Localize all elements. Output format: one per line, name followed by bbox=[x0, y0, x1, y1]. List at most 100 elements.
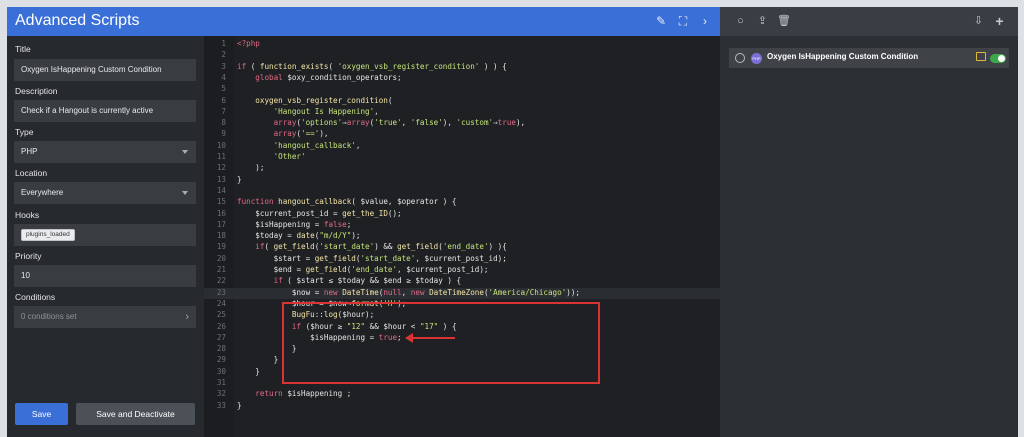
arrow-annotation bbox=[405, 333, 455, 343]
scripts-list-panel: ○ ⇪ 🗑 ⇩ + PHP Oxygen IsHappening Custom … bbox=[720, 7, 1018, 437]
code-text: } bbox=[237, 366, 260, 376]
script-list-item[interactable]: PHP Oxygen IsHappening Custom Condition bbox=[729, 48, 1009, 68]
code-line[interactable]: 17 $isHappening = false; bbox=[204, 220, 720, 231]
line-number: 7 bbox=[221, 106, 226, 116]
code-line[interactable]: 11 'Other' bbox=[204, 152, 720, 163]
code-line[interactable]: 1 <?php bbox=[204, 39, 720, 50]
code-line[interactable]: 21 $end = get_field('end_date', $current… bbox=[204, 265, 720, 276]
code-line[interactable]: 14 bbox=[204, 186, 720, 197]
code-line[interactable]: 8 array('options'⇒array('true', 'false')… bbox=[204, 118, 720, 129]
line-number: 31 bbox=[216, 378, 226, 387]
line-number: 5 bbox=[221, 84, 226, 94]
code-line[interactable]: 6 oxygen_vsb_register_condition( bbox=[204, 96, 720, 107]
description-label: Description bbox=[15, 86, 58, 96]
code-text: return $isHappening ; bbox=[255, 389, 352, 399]
trash-icon[interactable]: 🗑 bbox=[777, 15, 791, 28]
code-line[interactable]: 19 if( get_field('start_date') && get_fi… bbox=[204, 242, 720, 253]
line-number: 8 bbox=[221, 118, 226, 128]
code-line[interactable]: 15 function hangout_callback( $value, $op… bbox=[204, 197, 720, 208]
code-line[interactable]: 7 'Hangout Is Happening', bbox=[204, 107, 720, 118]
line-number: 19 bbox=[216, 242, 226, 252]
code-text: global $oxy_condition_operators; bbox=[255, 72, 402, 82]
code-line[interactable]: 18 $today = date("m/d/Y"); bbox=[204, 231, 720, 242]
code-line[interactable]: 3 if ( function_exists( 'oxygen_vsb_regis… bbox=[204, 62, 720, 73]
code-line[interactable]: 13} bbox=[204, 175, 720, 186]
code-text: $current_post_id = get_the_ID(); bbox=[255, 208, 402, 218]
line-number: 25 bbox=[216, 310, 226, 320]
title-field[interactable]: Oxygen IsHappening Custom Condition bbox=[14, 59, 196, 81]
line-number: 2 bbox=[221, 50, 226, 60]
line-number: 26 bbox=[216, 321, 226, 331]
code-text: $start = get_field('start_date', $curren… bbox=[273, 253, 507, 263]
code-line[interactable]: 23 $now = new DateTime(null, new DateTim… bbox=[204, 287, 720, 299]
line-number: 30 bbox=[216, 366, 226, 376]
import-icon[interactable]: ⇩ bbox=[972, 15, 985, 28]
code-text: if ( function_exists( 'oxygen_vsb_regist… bbox=[237, 61, 507, 71]
type-select[interactable]: PHP bbox=[14, 141, 196, 163]
conditions-field[interactable]: 0 conditions set › bbox=[14, 306, 196, 328]
line-number: 12 bbox=[216, 163, 226, 173]
priority-label: Priority bbox=[15, 251, 42, 261]
line-number: 27 bbox=[216, 332, 226, 342]
code-line[interactable]: 22 if ( $start ≤ $today && $end ≥ $today… bbox=[204, 276, 720, 287]
line-number: 14 bbox=[216, 185, 226, 195]
line-number: 10 bbox=[216, 140, 226, 150]
script-name: Oxygen IsHappening Custom Condition bbox=[767, 52, 919, 61]
line-number: 22 bbox=[216, 276, 226, 286]
code-line[interactable]: 4 global $oxy_condition_operators; bbox=[204, 73, 720, 84]
priority-field[interactable]: 10 bbox=[14, 265, 196, 287]
enable-toggle[interactable] bbox=[990, 54, 1006, 63]
header-bar: Advanced Scripts ✎ ⛶ › bbox=[7, 7, 720, 36]
app-window: Advanced Scripts ✎ ⛶ › Title Oxygen IsHa… bbox=[7, 7, 1018, 437]
code-line[interactable]: 12 ); bbox=[204, 163, 720, 174]
select-radio[interactable] bbox=[735, 53, 745, 63]
line-number: 1 bbox=[221, 39, 226, 48]
description-field[interactable]: Check if a Hangout is currently active bbox=[14, 100, 196, 122]
circle-icon[interactable]: ○ bbox=[734, 15, 747, 28]
code-line[interactable]: 33} bbox=[204, 401, 720, 412]
app-title: Advanced Scripts bbox=[15, 12, 140, 29]
line-number: 29 bbox=[216, 355, 226, 365]
code-line[interactable]: 10 'hangout_callback', bbox=[204, 141, 720, 152]
type-label: Type bbox=[15, 127, 34, 137]
line-number: 23 bbox=[216, 287, 226, 297]
export-icon[interactable]: ⇪ bbox=[756, 15, 769, 28]
highlight-box bbox=[282, 302, 600, 384]
code-line[interactable]: 16 $current_post_id = get_the_ID(); bbox=[204, 209, 720, 220]
line-number: 6 bbox=[221, 95, 226, 105]
plus-icon[interactable]: + bbox=[993, 14, 1006, 28]
line-number: 32 bbox=[216, 389, 226, 399]
chevron-right-icon[interactable]: › bbox=[698, 14, 712, 28]
code-line[interactable]: 9 array('=='), bbox=[204, 129, 720, 140]
save-and-deactivate-button[interactable]: Save and Deactivate bbox=[76, 403, 195, 425]
pencil-icon[interactable]: ✎ bbox=[654, 14, 668, 28]
code-text: 'Hangout Is Happening', bbox=[273, 106, 379, 116]
conditions-value: 0 conditions set bbox=[21, 312, 77, 321]
code-text: array('options'⇒array('true', 'false'), … bbox=[273, 118, 526, 128]
location-select[interactable]: Everywhere bbox=[14, 182, 196, 204]
code-line[interactable]: 32 return $isHappening ; bbox=[204, 389, 720, 400]
line-number: 20 bbox=[216, 253, 226, 263]
line-number: 11 bbox=[216, 152, 226, 161]
line-number: 16 bbox=[216, 208, 226, 218]
code-text: ); bbox=[237, 163, 265, 173]
line-number: 15 bbox=[216, 197, 226, 207]
code-line[interactable]: 5 bbox=[204, 84, 720, 95]
expand-icon[interactable]: ⛶ bbox=[676, 14, 690, 28]
code-line[interactable]: 2 bbox=[204, 50, 720, 61]
line-number: 33 bbox=[216, 400, 226, 410]
conditions-icon[interactable] bbox=[976, 52, 986, 61]
code-text: } bbox=[237, 355, 279, 365]
chevron-right-icon: › bbox=[185, 311, 189, 323]
location-label: Location bbox=[15, 168, 48, 178]
line-number: 3 bbox=[221, 61, 226, 71]
save-button[interactable]: Save bbox=[15, 403, 68, 425]
php-badge-icon: PHP bbox=[751, 53, 762, 64]
code-line[interactable]: 20 $start = get_field('start_date', $cur… bbox=[204, 254, 720, 265]
code-text: } bbox=[237, 400, 242, 410]
hook-tag[interactable]: plugins_loaded bbox=[21, 229, 75, 241]
scripts-toolbar: ○ ⇪ 🗑 ⇩ + bbox=[720, 7, 1018, 36]
line-number: 28 bbox=[216, 344, 226, 354]
code-text: array('=='), bbox=[273, 129, 329, 139]
line-number: 4 bbox=[221, 72, 226, 82]
